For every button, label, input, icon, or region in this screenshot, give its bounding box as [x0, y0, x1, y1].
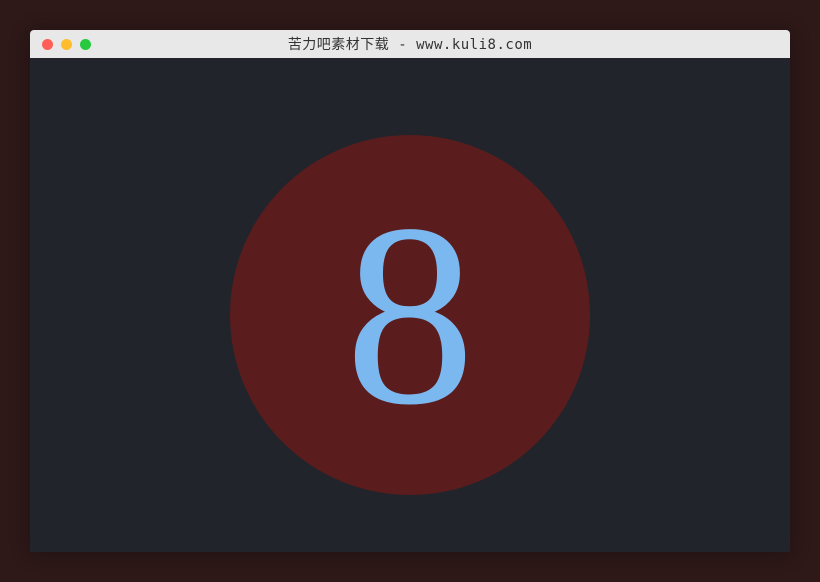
- maximize-icon[interactable]: [80, 39, 91, 50]
- countdown-circle: 8: [230, 135, 590, 495]
- window-title: 苦力吧素材下载 - www.kuli8.com: [30, 34, 790, 54]
- window-titlebar: 苦力吧素材下载 - www.kuli8.com: [30, 30, 790, 58]
- app-window: 苦力吧素材下载 - www.kuli8.com 8: [30, 30, 790, 552]
- close-icon[interactable]: [42, 39, 53, 50]
- window-controls: [42, 39, 91, 50]
- countdown-number: 8: [345, 185, 475, 445]
- minimize-icon[interactable]: [61, 39, 72, 50]
- content-area: 8: [30, 58, 790, 552]
